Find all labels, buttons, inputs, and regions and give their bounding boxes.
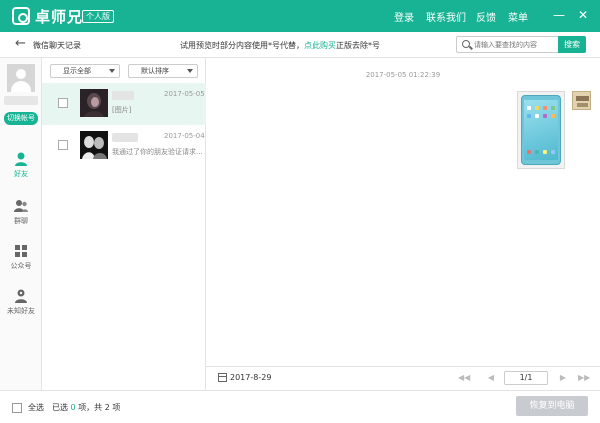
- contact-list-panel: 显示全部 默认排序 2017-05-05 [图片] 2017-05-04 我通过…: [42, 58, 206, 390]
- phone-picture: [521, 95, 561, 165]
- app-tile: [535, 150, 539, 154]
- footer-date: 2017-8-29: [230, 373, 272, 382]
- sidebar-item-official-accounts[interactable]: 公众号: [0, 243, 42, 273]
- app-tile: [527, 114, 531, 118]
- filter-dropdown[interactable]: 显示全部: [50, 64, 120, 78]
- row-checkbox[interactable]: [58, 98, 68, 108]
- search-input[interactable]: [474, 38, 556, 51]
- first-page-icon[interactable]: ◀◀: [458, 372, 470, 384]
- account-name-blurred: [4, 96, 38, 105]
- person-icon: [15, 152, 27, 166]
- sidebar-item-label: 未知好友: [7, 307, 35, 315]
- contact-row[interactable]: 2017-05-04 我通过了你的朋友验证请求...: [42, 125, 206, 167]
- buy-link[interactable]: 点此购买: [304, 41, 336, 50]
- user-avatar: [7, 64, 35, 92]
- chat-footer: 2017-8-29 ◀◀ ◀ 1/1 ▶ ▶▶: [206, 366, 600, 390]
- chevron-down-icon: [109, 69, 115, 73]
- calendar-icon[interactable]: [218, 373, 227, 382]
- contact-avatar: [80, 131, 108, 159]
- app-tile: [535, 106, 539, 110]
- filter-dropdown-value: 显示全部: [63, 67, 91, 75]
- sidebar-item-label: 群聊: [14, 217, 28, 225]
- search-button[interactable]: 搜索: [558, 36, 586, 53]
- nav-menu[interactable]: 菜单: [508, 9, 528, 24]
- grid-icon: [15, 245, 27, 257]
- search-box: [456, 36, 558, 53]
- next-page-icon[interactable]: ▶: [558, 372, 568, 384]
- contact-name-blurred: [112, 133, 138, 142]
- contact-avatar-image: [80, 89, 108, 117]
- selected-suffix: 项: [112, 403, 121, 412]
- row-checkbox[interactable]: [58, 140, 68, 150]
- phone-screen: [524, 100, 558, 160]
- selected-mid: 项，共: [78, 403, 103, 412]
- total-count: 2: [104, 403, 110, 412]
- close-button[interactable]: ✕: [576, 7, 590, 23]
- contact-date: 2017-05-04: [164, 132, 205, 140]
- sidebar: 切换帐号 好友 群聊 公众号 未知好友: [0, 58, 42, 390]
- contact-avatar: [80, 89, 108, 117]
- minimize-button[interactable]: —: [552, 7, 566, 23]
- contact-date: 2017-05-05: [164, 90, 205, 98]
- trial-notice: 试用预览时部分内容使用*号代替，点此购买正版去除*号: [180, 40, 380, 51]
- prev-page-icon[interactable]: ◀: [486, 372, 496, 384]
- title-bar: 卓师兄 个人版 登录 联系我们 反馈 菜单 — ✕: [0, 0, 600, 32]
- avatar-head-shape: [16, 69, 26, 79]
- page-indicator[interactable]: 1/1: [504, 371, 548, 385]
- selected-count: 0: [70, 403, 76, 412]
- app-tile: [551, 106, 555, 110]
- last-page-icon[interactable]: ▶▶: [578, 372, 590, 384]
- contact-preview: 我通过了你的朋友验证请求...: [112, 148, 202, 156]
- sort-dropdown-value: 默认排序: [141, 67, 169, 75]
- nav-feedback[interactable]: 反馈: [476, 9, 496, 24]
- switch-account-button[interactable]: 切换帐号: [4, 112, 38, 125]
- app-title: 卓师兄: [35, 8, 84, 26]
- app-tile: [527, 150, 531, 154]
- page-title: 微信聊天记录: [33, 41, 81, 50]
- app-tile: [543, 150, 547, 154]
- sender-avatar-image: [573, 92, 590, 109]
- selected-prefix: 已选: [52, 403, 68, 412]
- nav-login[interactable]: 登录: [394, 9, 414, 24]
- select-all-checkbox[interactable]: [12, 403, 22, 413]
- edition-badge: 个人版: [82, 10, 114, 23]
- toolbar: ← 微信聊天记录 试用预览时部分内容使用*号代替，点此购买正版去除*号 搜索: [0, 32, 600, 58]
- notice-suffix: 正版去除*号: [336, 41, 380, 50]
- chevron-down-icon: [187, 69, 193, 73]
- group-icon: [14, 200, 28, 212]
- chat-area: 2017-05-05 01:22:39: [206, 58, 600, 366]
- sender-avatar: [572, 91, 591, 110]
- selection-summary: 已选 0 项，共 2 项: [52, 402, 120, 413]
- contact-row[interactable]: 2017-05-05 [图片]: [42, 83, 206, 125]
- select-all-label: 全选: [28, 403, 44, 412]
- contact-avatar-image: [80, 131, 108, 159]
- restore-to-computer-button[interactable]: 恢复到电脑: [516, 396, 588, 416]
- contact-preview: [图片]: [112, 106, 132, 114]
- sidebar-item-friends[interactable]: 好友: [0, 151, 42, 181]
- sidebar-item-groups[interactable]: 群聊: [0, 198, 42, 228]
- avatar-body-shape: [11, 81, 31, 92]
- sidebar-item-unknown-friends[interactable]: 未知好友: [0, 288, 42, 318]
- contact-name-blurred: [112, 91, 134, 100]
- app-tile: [527, 106, 531, 110]
- app-tile: [551, 150, 555, 154]
- app-tile: [543, 114, 547, 118]
- app-logo-icon: [12, 7, 30, 25]
- bottom-bar: 全选 已选 0 项，共 2 项 恢复到电脑: [0, 390, 600, 423]
- app-tile: [551, 114, 555, 118]
- back-arrow-icon[interactable]: ←: [15, 36, 26, 51]
- message-timestamp: 2017-05-05 01:22:39: [365, 71, 441, 79]
- sidebar-item-label: 公众号: [10, 262, 32, 270]
- sidebar-item-label: 好友: [14, 170, 28, 178]
- notice-prefix: 试用预览时部分内容使用*号代替，: [180, 41, 304, 50]
- message-image[interactable]: [517, 91, 565, 169]
- app-tile: [535, 114, 539, 118]
- unknown-person-icon: [15, 289, 27, 303]
- nav-contact-us[interactable]: 联系我们: [426, 9, 466, 24]
- app-tile: [543, 106, 547, 110]
- sort-dropdown[interactable]: 默认排序: [128, 64, 198, 78]
- search-icon: [462, 40, 470, 48]
